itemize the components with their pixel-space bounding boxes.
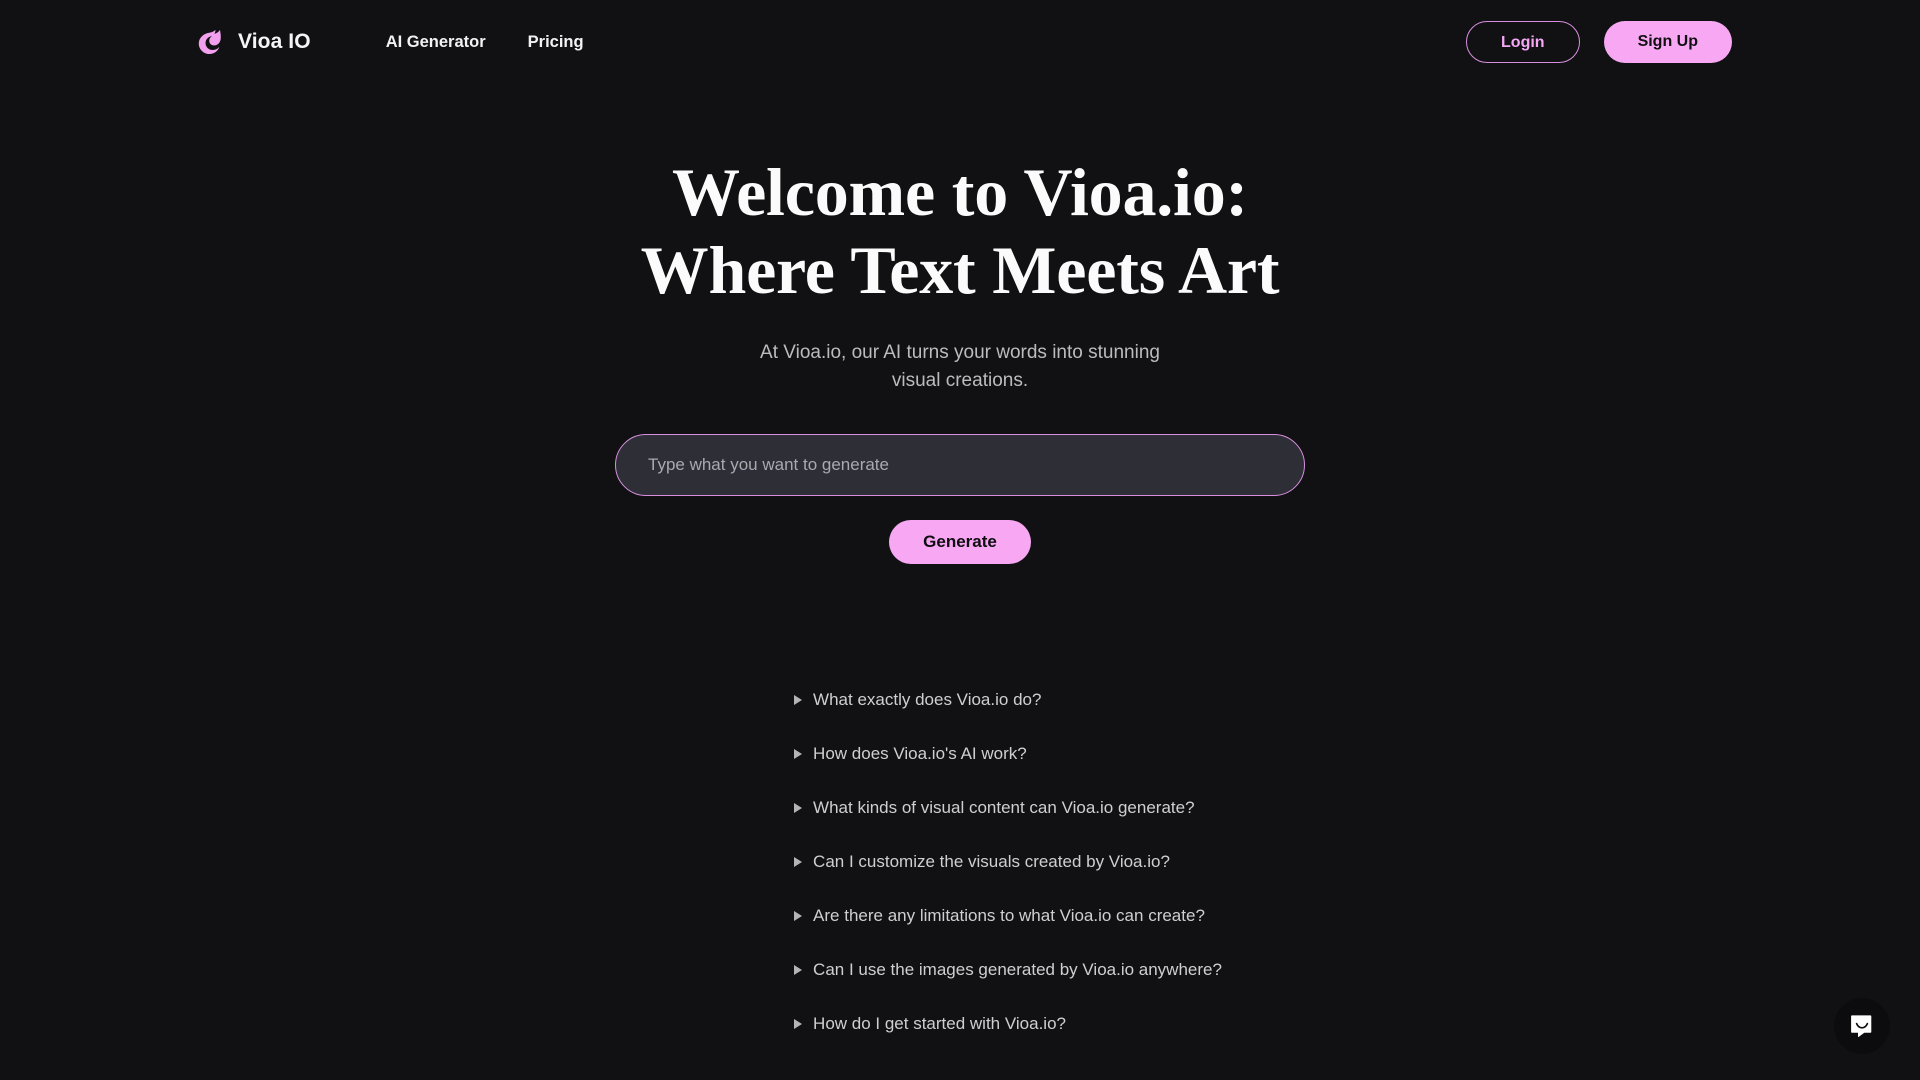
faq-question: How does Vioa.io's AI work? [813,744,1027,764]
disclosure-triangle-icon [794,749,803,760]
faq-summary[interactable]: How do I get started with Vioa.io? [794,1014,1066,1034]
faq-question: Can I customize the visuals created by V… [813,852,1170,872]
brand-name: Vioa IO [238,30,311,53]
page-title: Welcome to Vioa.io: Where Text Meets Art [640,154,1280,308]
faq-summary[interactable]: How does Vioa.io's AI work? [794,744,1027,764]
faq-question: Are there any limitations to what Vioa.i… [813,906,1205,926]
chat-bubble-smile-icon [1851,1015,1872,1037]
prompt-input[interactable] [615,434,1305,497]
faq-question: How do I get started with Vioa.io? [813,1014,1066,1034]
prompt-row [615,434,1305,497]
dolphin-swirl-icon [198,29,221,55]
faq-item[interactable]: How does Vioa.io's AI work? [794,744,1222,764]
generate-button[interactable]: Generate [889,520,1031,565]
brand-logo-link[interactable]: Vioa IO [196,27,311,57]
faq-summary[interactable]: Can I use the images generated by Vioa.i… [794,960,1222,980]
faq-question: What exactly does Vioa.io do? [813,690,1042,710]
auth-actions: Login Sign Up [1466,21,1732,63]
faq-item[interactable]: Can I customize the visuals created by V… [794,852,1222,872]
chat-launcher-button[interactable] [1834,998,1890,1054]
site-header: Vioa IO AI Generator Pricing Login Sign … [0,0,1920,84]
faq-summary[interactable]: What kinds of visual content can Vioa.io… [794,798,1195,818]
primary-nav: AI Generator Pricing [386,33,584,52]
hero-section: Welcome to Vioa.io: Where Text Meets Art… [0,84,1920,1034]
faq-item[interactable]: Can I use the images generated by Vioa.i… [794,960,1222,980]
faq-question: What kinds of visual content can Vioa.io… [813,798,1195,818]
disclosure-triangle-icon [794,1019,803,1030]
faq-item[interactable]: Are there any limitations to what Vioa.i… [794,906,1222,926]
signup-button[interactable]: Sign Up [1603,21,1732,63]
nav-link-pricing[interactable]: Pricing [528,33,584,52]
nav-link-ai-generator[interactable]: AI Generator [386,33,486,52]
disclosure-triangle-icon [794,803,803,814]
faq-item[interactable]: What kinds of visual content can Vioa.io… [794,798,1222,818]
disclosure-triangle-icon [794,911,803,922]
hero-subtitle: At Vioa.io, our AI turns your words into… [760,342,1160,391]
faq-item[interactable]: What exactly does Vioa.io do? [794,690,1222,710]
faq-summary[interactable]: Can I customize the visuals created by V… [794,852,1170,872]
faq-section: What exactly does Vioa.io do? How does V… [698,690,1222,1034]
login-button[interactable]: Login [1466,21,1580,63]
faq-item[interactable]: How do I get started with Vioa.io? [794,1014,1222,1034]
disclosure-triangle-icon [794,695,803,706]
faq-summary[interactable]: What exactly does Vioa.io do? [794,690,1041,710]
disclosure-triangle-icon [794,857,803,868]
faq-summary[interactable]: Are there any limitations to what Vioa.i… [794,906,1205,926]
faq-question: Can I use the images generated by Vioa.i… [813,960,1222,980]
disclosure-triangle-icon [794,965,803,976]
